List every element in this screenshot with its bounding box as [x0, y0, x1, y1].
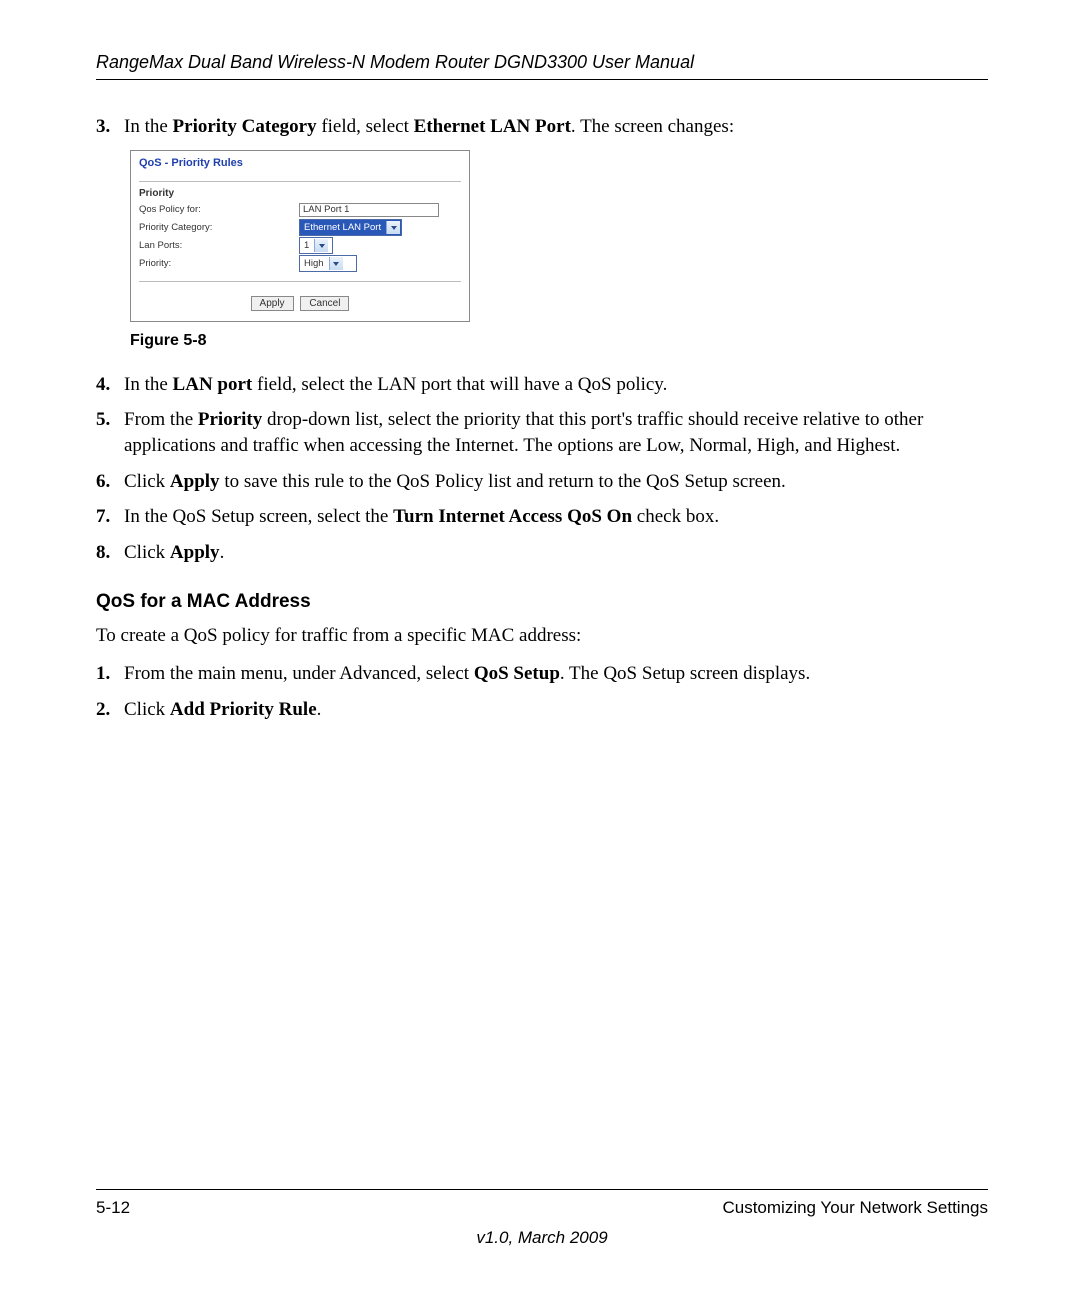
text: to save this rule to the QoS Policy list…: [220, 471, 786, 492]
label-priority-category: Priority Category:: [139, 222, 299, 233]
step-number: 2.: [96, 697, 124, 723]
figure-caption: Figure 5-8: [130, 332, 988, 350]
row-priority-category: Priority Category: Ethernet LAN Port: [139, 219, 461, 237]
step-number: 6.: [96, 469, 124, 495]
step-number: 8.: [96, 540, 124, 566]
panel-title: QoS - Priority Rules: [131, 151, 469, 181]
chevron-down-icon: [314, 239, 328, 252]
row-lan-ports: Lan Ports: 1: [139, 237, 461, 255]
step-6: 6. Click Apply to save this rule to the …: [96, 469, 988, 495]
text: Click: [124, 542, 170, 563]
chevron-down-icon: [386, 221, 400, 234]
text: .: [317, 699, 322, 720]
footer-rule: [96, 1189, 988, 1190]
qos-priority-rules-panel: QoS - Priority Rules Priority Qos Policy…: [130, 150, 470, 322]
panel-section-heading: Priority: [139, 186, 461, 201]
bold-text: Apply: [170, 542, 220, 563]
footer-section-title: Customizing Your Network Settings: [722, 1198, 988, 1218]
step-7: 7. In the QoS Setup screen, select the T…: [96, 504, 988, 530]
text: Click: [124, 471, 170, 492]
text: In the: [124, 116, 173, 137]
page-footer: 5-12 Customizing Your Network Settings v…: [96, 1189, 988, 1248]
footer-version: v1.0, March 2009: [96, 1228, 988, 1248]
step-number: 5.: [96, 407, 124, 458]
step-number: 1.: [96, 661, 124, 687]
text: . The QoS Setup screen displays.: [560, 663, 810, 684]
intro-paragraph: To create a QoS policy for traffic from …: [96, 623, 988, 649]
cancel-button[interactable]: Cancel: [300, 296, 349, 311]
mac-step-1: 1. From the main menu, under Advanced, s…: [96, 661, 988, 687]
mac-step-2: 2. Click Add Priority Rule.: [96, 697, 988, 723]
step-4: 4. In the LAN port field, select the LAN…: [96, 372, 988, 398]
running-header: RangeMax Dual Band Wireless-N Modem Rout…: [96, 52, 988, 73]
bold-text: LAN port: [173, 374, 253, 395]
text: check box.: [632, 506, 719, 527]
text: In the: [124, 374, 173, 395]
select-value: High: [300, 258, 328, 269]
label-lan-ports: Lan Ports:: [139, 240, 299, 251]
lan-ports-select[interactable]: 1: [299, 237, 333, 254]
step-number: 7.: [96, 504, 124, 530]
text: . The screen changes:: [571, 116, 734, 137]
text: .: [220, 542, 225, 563]
text: In the QoS Setup screen, select the: [124, 506, 393, 527]
text: From the main menu, under Advanced, sele…: [124, 663, 474, 684]
row-qos-policy-for: Qos Policy for: LAN Port 1: [139, 201, 461, 219]
bold-text: Add Priority Rule: [170, 699, 317, 720]
apply-button[interactable]: Apply: [251, 296, 294, 311]
step-body: In the Priority Category field, select E…: [124, 114, 988, 140]
label-priority: Priority:: [139, 258, 299, 269]
step-8: 8. Click Apply.: [96, 540, 988, 566]
label-qos-policy-for: Qos Policy for:: [139, 204, 299, 215]
bold-text: QoS Setup: [474, 663, 560, 684]
select-value: Ethernet LAN Port: [300, 222, 385, 233]
priority-category-select[interactable]: Ethernet LAN Port: [299, 219, 402, 236]
text: field, select: [317, 116, 414, 137]
text: Click: [124, 699, 170, 720]
subheading-qos-mac: QoS for a MAC Address: [96, 591, 988, 613]
step-5: 5. From the Priority drop-down list, sel…: [96, 407, 988, 458]
row-priority: Priority: High: [139, 255, 461, 273]
bold-text: Turn Internet Access QoS On: [393, 506, 632, 527]
bold-text: Priority: [198, 409, 262, 430]
step-number: 4.: [96, 372, 124, 398]
text: From the: [124, 409, 198, 430]
page-number: 5-12: [96, 1198, 130, 1218]
bold-text: Ethernet LAN Port: [414, 116, 571, 137]
bold-text: Priority Category: [173, 116, 317, 137]
step-number: 3.: [96, 114, 124, 140]
header-rule: [96, 79, 988, 80]
priority-select[interactable]: High: [299, 255, 357, 272]
chevron-down-icon: [329, 257, 343, 270]
figure-5-8: QoS - Priority Rules Priority Qos Policy…: [130, 150, 988, 322]
bold-text: Apply: [170, 471, 220, 492]
text: field, select the LAN port that will hav…: [252, 374, 667, 395]
step-3: 3. In the Priority Category field, selec…: [96, 114, 988, 140]
select-value: 1: [300, 240, 313, 251]
qos-policy-for-input[interactable]: LAN Port 1: [299, 203, 439, 217]
